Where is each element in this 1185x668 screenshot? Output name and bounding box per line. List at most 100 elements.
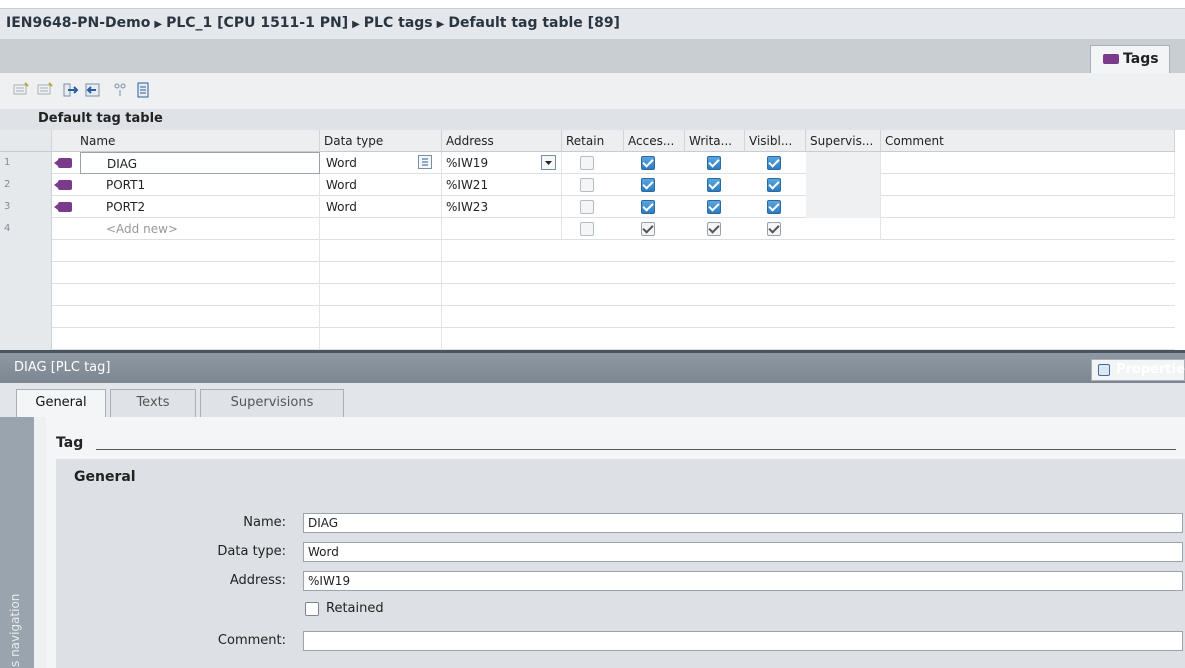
tag-name-cell[interactable]: PORT1 <box>80 174 320 196</box>
address-dropdown-icon[interactable] <box>541 155 556 170</box>
breadcrumb-plc[interactable]: PLC_1 [CPU 1511-1 PN] <box>166 15 348 31</box>
add-new-row[interactable]: 4 <Add new> <box>0 218 1175 240</box>
visible-checkbox[interactable] <box>767 156 781 170</box>
data-type-cell[interactable] <box>320 218 442 240</box>
writable-checkbox[interactable] <box>707 200 721 214</box>
data-type-cell[interactable]: Word <box>320 174 442 196</box>
retain-checkbox[interactable] <box>580 156 594 170</box>
retain-checkbox[interactable] <box>580 200 594 214</box>
data-type-cell[interactable]: Word <box>320 196 442 218</box>
address-cell[interactable]: %IW21 <box>442 174 562 196</box>
tab-general[interactable]: General <box>16 389 106 418</box>
breadcrumb-table[interactable]: Default tag table [89] <box>448 15 620 31</box>
properties-title-bar: DIAG [PLC tag] Propertie <box>0 353 1185 383</box>
empty-cell <box>52 328 320 350</box>
area-navigation-sidebar[interactable]: s navigation <box>0 417 34 668</box>
row-number <box>0 240 52 262</box>
comment-field[interactable] <box>303 631 1183 651</box>
row-number: 3 <box>0 196 52 218</box>
tab-supervisions[interactable]: Supervisions <box>200 389 344 417</box>
tag-name-cell[interactable]: PORT2 <box>80 196 320 218</box>
empty-cell <box>52 306 320 328</box>
tab-tags[interactable]: Tags <box>1090 45 1170 73</box>
tab-tags-label: Tags <box>1123 51 1159 67</box>
column-header-accessible[interactable]: Acces... <box>624 130 685 152</box>
empty-cell <box>320 284 442 306</box>
accessible-checkbox[interactable] <box>641 178 655 192</box>
empty-cell <box>320 262 442 284</box>
tab-texts[interactable]: Texts <box>110 389 196 417</box>
column-header-address[interactable]: Address <box>442 130 562 152</box>
column-header-retain[interactable]: Retain <box>562 130 624 152</box>
add-new-cell[interactable]: <Add new> <box>80 218 320 240</box>
row-number: 1 <box>0 152 52 174</box>
breadcrumb: IEN9648-PN-Demo ▶ PLC_1 [CPU 1511-1 PN] ▶ PL… <box>6 15 620 31</box>
import-icon[interactable] <box>84 81 102 99</box>
group-title: General <box>74 469 136 485</box>
accessible-checkbox[interactable] <box>641 200 655 214</box>
retained-checkbox[interactable] <box>305 602 319 616</box>
retain-checkbox[interactable] <box>580 178 594 192</box>
sidebar-label: s navigation <box>8 593 22 667</box>
breadcrumb-sep-icon: ▶ <box>154 19 163 30</box>
column-header-data-type[interactable]: Data type <box>320 130 442 152</box>
breadcrumb-plc-tags[interactable]: PLC tags <box>364 15 433 31</box>
comment-cell[interactable] <box>881 174 1175 196</box>
retain-checkbox[interactable] <box>580 222 594 236</box>
comment-cell[interactable] <box>881 196 1175 218</box>
visible-checkbox[interactable] <box>767 178 781 192</box>
address-cell[interactable] <box>442 218 562 240</box>
accessible-checkbox[interactable] <box>641 156 655 170</box>
table-row[interactable]: 1 DIAG Word %IW19 <box>0 152 1175 174</box>
empty-cell <box>320 306 442 328</box>
properties-button[interactable]: Propertie <box>1091 359 1185 381</box>
column-header-comment[interactable]: Comment <box>881 130 1175 152</box>
add-row-icon[interactable] <box>36 81 54 99</box>
column-header-supervision[interactable]: Supervis... <box>806 130 881 152</box>
empty-row <box>0 240 1175 262</box>
table-row[interactable]: 3 PORT2 Word %IW23 <box>0 196 1175 218</box>
supervision-cell <box>806 152 881 174</box>
table-title-bar: Default tag table <box>0 109 1185 130</box>
data-type-picker-icon[interactable] <box>418 155 432 169</box>
properties-button-label: Propertie <box>1116 362 1185 377</box>
column-header-name[interactable]: Name <box>52 130 320 152</box>
column-header-writable[interactable]: Writa... <box>685 130 745 152</box>
breadcrumb-project[interactable]: IEN9648-PN-Demo <box>6 15 150 31</box>
data-type-field[interactable]: Word <box>303 542 1183 562</box>
writable-checkbox[interactable] <box>707 222 721 236</box>
name-field[interactable]: DIAG <box>303 513 1183 533</box>
row-number <box>0 328 52 350</box>
tag-name-cell[interactable]: DIAG <box>80 152 320 174</box>
editor-tab-strip: Tags <box>0 40 1185 73</box>
address-field[interactable]: %IW19 <box>303 571 1183 591</box>
properties-tabs: General Texts Supervisions <box>0 383 1185 418</box>
monitor-all-icon[interactable] <box>134 81 152 99</box>
empty-row <box>0 262 1175 284</box>
properties-title: DIAG [PLC tag] <box>14 360 111 375</box>
writable-checkbox[interactable] <box>707 178 721 192</box>
address-cell[interactable]: %IW23 <box>442 196 562 218</box>
comment-cell[interactable] <box>881 152 1175 174</box>
toolbar <box>0 73 1185 109</box>
supervision-cell <box>806 196 881 218</box>
section-divider <box>96 449 1176 450</box>
accessible-checkbox[interactable] <box>641 222 655 236</box>
visible-checkbox[interactable] <box>767 222 781 236</box>
empty-row <box>0 328 1175 350</box>
tag-table: Name Data type Address Retain Acces... W… <box>0 130 1175 350</box>
data-type-value: Word <box>326 156 357 170</box>
breadcrumb-bar: IEN9648-PN-Demo ▶ PLC_1 [CPU 1511-1 PN] ▶ PL… <box>0 8 1185 40</box>
monitor-icon[interactable] <box>112 81 130 99</box>
insert-row-icon[interactable] <box>12 81 30 99</box>
writable-checkbox[interactable] <box>707 156 721 170</box>
tag-icon <box>54 202 72 212</box>
supervision-cell <box>806 174 881 196</box>
empty-row <box>0 284 1175 306</box>
column-header-visible[interactable]: Visibl... <box>745 130 806 152</box>
table-row[interactable]: 2 PORT1 Word %IW21 <box>0 174 1175 196</box>
visible-checkbox[interactable] <box>767 200 781 214</box>
empty-cell <box>52 262 320 284</box>
row-number: 2 <box>0 174 52 196</box>
export-icon[interactable] <box>62 81 80 99</box>
